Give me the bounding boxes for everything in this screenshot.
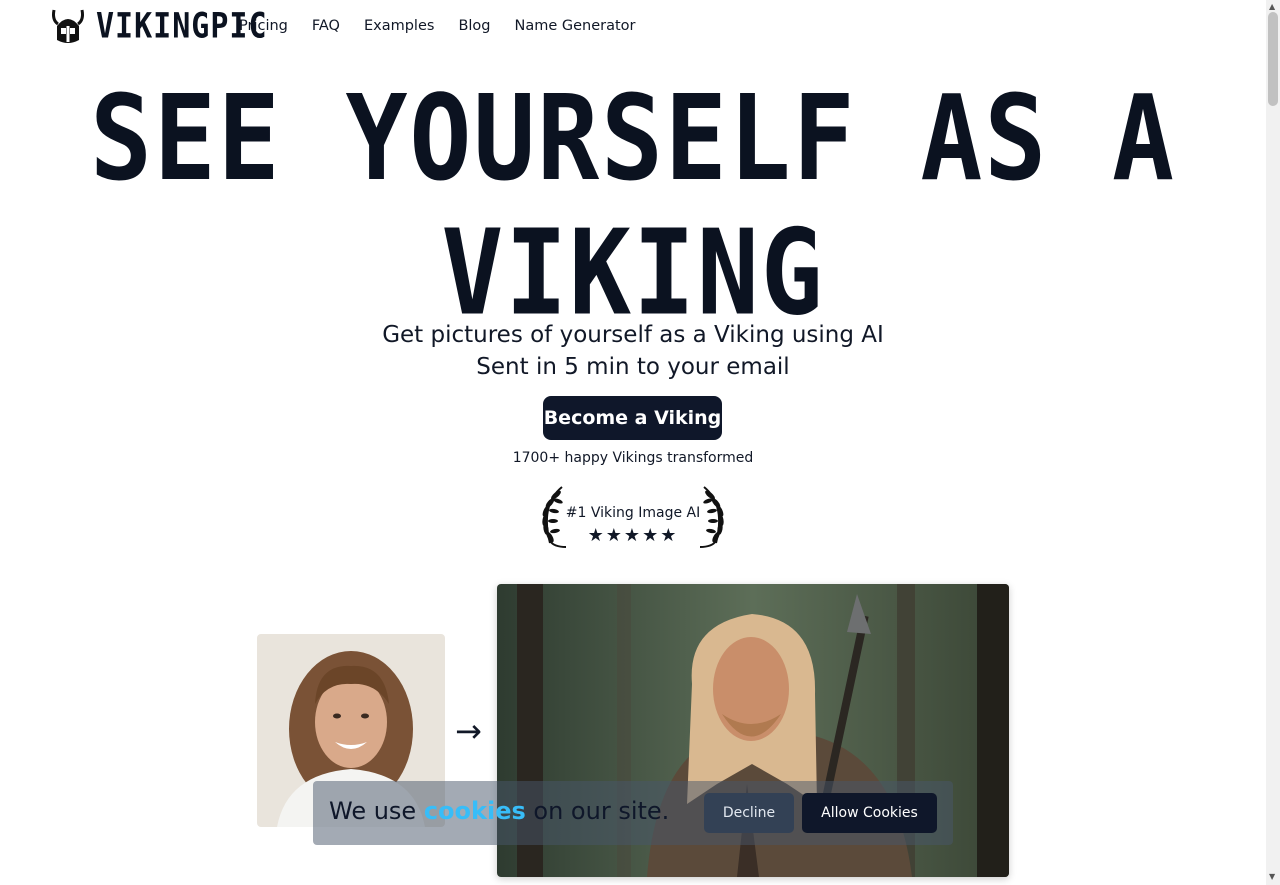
award-text: #1 Viking Image AI	[565, 505, 701, 521]
decline-button[interactable]: Decline	[704, 793, 794, 833]
become-viking-button[interactable]: Become a Viking	[543, 396, 722, 440]
nav-blog[interactable]: Blog	[458, 18, 490, 34]
nav-links: Pricing FAQ Examples Blog Name Generator	[239, 18, 636, 34]
cookie-banner: We use cookies on our site. Decline Allo…	[313, 781, 953, 845]
nav-pricing[interactable]: Pricing	[239, 18, 288, 34]
scroll-down-icon[interactable]: ▼	[1269, 872, 1275, 881]
nav-faq[interactable]: FAQ	[312, 18, 340, 34]
top-nav: VIKINGPIC Pricing FAQ Examples Blog Name…	[0, 0, 1266, 56]
cookie-message: We use cookies on our site.	[329, 797, 669, 825]
hero-subtitle-2: Sent in 5 min to your email	[476, 354, 790, 380]
arrow-icon: →	[455, 712, 482, 750]
star-rating: ★★★★★	[587, 525, 679, 546]
hero-title: SEE YOURSELF AS A VIKING	[51, 72, 1216, 341]
page-scrollbar[interactable]: ▲ ▼	[1266, 0, 1280, 885]
social-proof: 1700+ happy Vikings transformed	[512, 450, 754, 466]
scrollbar-thumb[interactable]	[1268, 12, 1278, 106]
award-badge: #1 Viking Image AI ★★★★★	[532, 483, 734, 549]
viking-helmet-icon	[52, 9, 84, 43]
scroll-up-icon[interactable]: ▲	[1269, 2, 1275, 11]
cookies-link[interactable]: cookies	[424, 797, 526, 825]
brand-logo[interactable]: VIKINGPIC	[50, 6, 268, 46]
cookie-text-after: on our site.	[525, 797, 670, 825]
nav-examples[interactable]: Examples	[364, 18, 434, 34]
cookie-text-before: We use	[329, 797, 424, 825]
hero-title-line-1: SEE YOURSELF AS A	[90, 70, 1176, 208]
allow-cookies-button[interactable]: Allow Cookies	[802, 793, 937, 833]
nav-name-generator[interactable]: Name Generator	[515, 18, 636, 34]
hero-subtitle-1: Get pictures of yourself as a Viking usi…	[382, 322, 884, 348]
